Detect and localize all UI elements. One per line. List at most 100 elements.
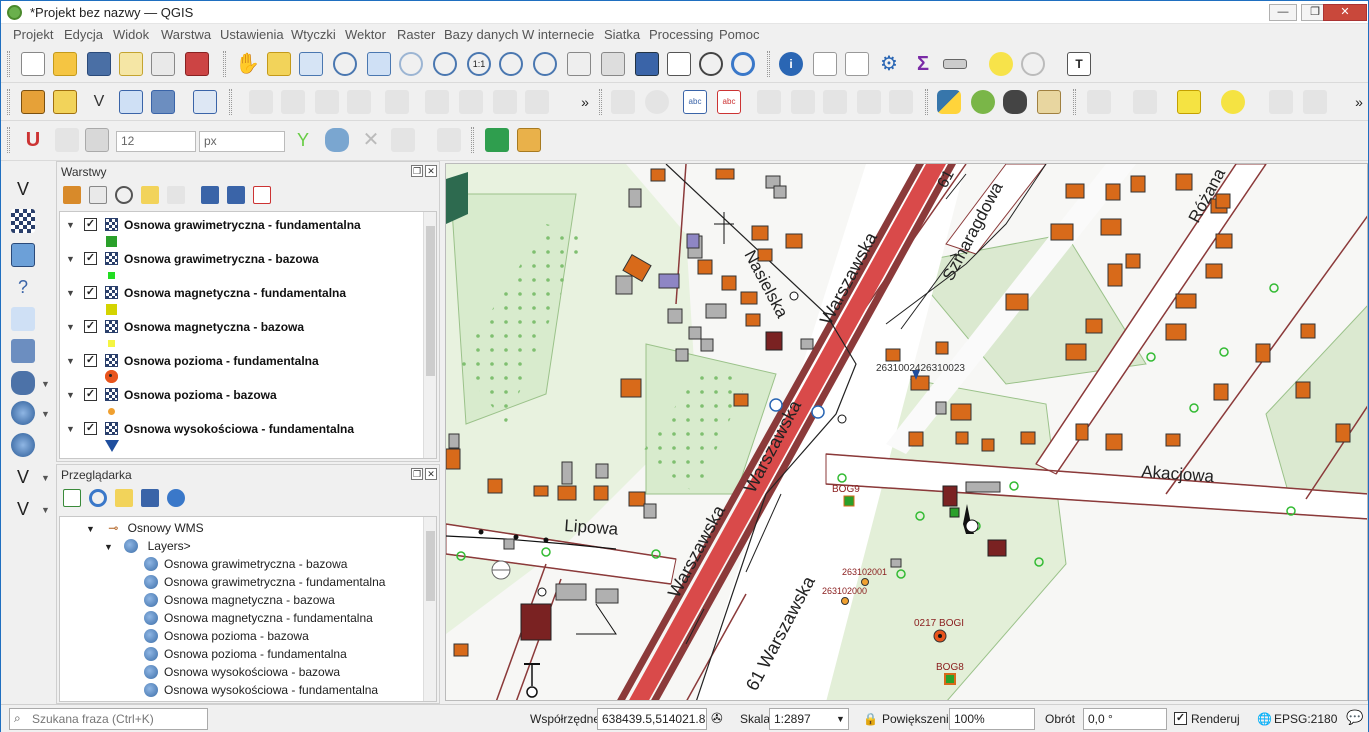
menu-bazy-danych[interactable]: Bazy danych [444, 27, 518, 42]
dropdown-arrow-icon[interactable]: ▼ [41, 473, 50, 483]
add-vector-tile-icon[interactable]: V [11, 497, 35, 521]
expand-arrow-icon[interactable]: ▼ [66, 322, 75, 332]
zoom-to-layer-icon[interactable] [433, 52, 457, 76]
wms-layer-item[interactable]: Osnowa pozioma - fundamentalna [144, 647, 347, 665]
deselect-all-icon[interactable] [1177, 90, 1201, 114]
copy-features-icon[interactable] [525, 90, 549, 114]
wms-layer-item[interactable]: Osnowa wysokościowa - bazowa [144, 665, 340, 683]
filter-legend-icon[interactable] [141, 186, 159, 204]
wms-layer-item[interactable]: Osnowa grawimetryczna - fundamentalna [144, 575, 385, 593]
toolbar-grip[interactable] [7, 127, 10, 153]
snapping-magnet-icon[interactable]: U [21, 128, 45, 152]
pan-icon[interactable]: ✋ [235, 52, 260, 76]
coordinate-toggle-icon[interactable]: ✇ [711, 710, 723, 727]
scrollbar-thumb[interactable] [426, 531, 435, 601]
menu-ustawienia[interactable]: Ustawienia [220, 27, 284, 42]
highlight-pinned-labels-icon[interactable] [757, 90, 781, 114]
rotate-feature-icon[interactable] [1269, 90, 1293, 114]
wms-layer-item[interactable]: Osnowa magnetyczna - bazowa [144, 593, 335, 611]
toolbar-grip[interactable] [767, 51, 770, 77]
new-bookmark-icon[interactable] [635, 52, 659, 76]
browser-refresh-icon[interactable] [89, 489, 107, 507]
temporal-controller-icon[interactable] [699, 52, 723, 76]
toolbar-grip[interactable] [1073, 89, 1076, 115]
open-attribute-table-icon[interactable] [813, 52, 837, 76]
add-selected-layers-icon[interactable] [63, 489, 81, 507]
zoom-out-icon[interactable] [333, 52, 357, 76]
menu-projekt[interactable]: Projekt [13, 27, 53, 42]
layer-name[interactable]: Osnowa pozioma - bazowa [124, 388, 277, 402]
add-raster-layer-icon[interactable] [11, 209, 35, 233]
expand-arrow-icon[interactable]: ▼ [104, 542, 113, 552]
messages-icon[interactable]: 💬 [1346, 709, 1363, 726]
zoom-next-icon[interactable] [533, 52, 557, 76]
georeferencer-icon[interactable] [1037, 90, 1061, 114]
browser-properties-icon[interactable] [167, 489, 185, 507]
new-3d-map-view-icon[interactable] [601, 52, 625, 76]
add-vector-layer-icon[interactable]: V [11, 177, 35, 201]
add-wcs-layer-icon[interactable]: V [11, 465, 35, 489]
zoom-to-selection-icon[interactable] [399, 52, 423, 76]
remove-layer-icon[interactable] [253, 186, 271, 204]
label-tool-icon[interactable] [611, 90, 635, 114]
wms-connection-item[interactable]: ▼ ⊸ Osnowy WMS [86, 521, 204, 539]
delete-selected-icon[interactable] [459, 90, 483, 114]
new-project-icon[interactable] [21, 52, 45, 76]
snapping-settings-icon[interactable] [437, 128, 461, 152]
chevron-down-icon[interactable]: ▼ [836, 714, 845, 724]
wms-layer-item[interactable]: Osnowa pozioma - bazowa [144, 629, 309, 647]
move-label-icon[interactable] [823, 90, 847, 114]
layout-manager-icon[interactable] [151, 52, 175, 76]
layer-name[interactable]: Osnowa magnetyczna - fundamentalna [124, 286, 346, 300]
show-bookmarks-icon[interactable] [667, 52, 691, 76]
processing-toolbox-icon[interactable]: ⚙ [877, 52, 901, 76]
layer-visibility-checkbox[interactable]: ✓ [84, 252, 97, 265]
toolbar-grip[interactable] [223, 51, 226, 77]
overflow-chevron-icon[interactable]: » [573, 90, 597, 114]
zoom-full-icon[interactable] [367, 52, 391, 76]
layer-name[interactable]: Osnowa magnetyczna - bazowa [124, 320, 304, 334]
layer-name[interactable]: Osnowa grawimetryczna - bazowa [124, 252, 319, 266]
menu-warstwa[interactable]: Warstwa [161, 27, 211, 42]
toolbar-grip[interactable] [599, 89, 602, 115]
identify-features-icon[interactable]: i [779, 52, 803, 76]
digitize-with-segment-icon[interactable] [119, 90, 143, 114]
panel-float-icon[interactable]: ❐ [411, 165, 423, 177]
layer-row[interactable]: ▼ ✓ Osnowa wysokościowa - fundamentalna [60, 419, 430, 453]
dropdown-arrow-icon[interactable]: ▼ [41, 379, 50, 389]
layer-visibility-checkbox[interactable]: ✓ [84, 422, 97, 435]
crs-button[interactable]: EPSG:2180 [1274, 712, 1337, 726]
add-wms-layer-icon[interactable] [11, 401, 35, 425]
snapping-type-icon[interactable] [85, 128, 109, 152]
style-manager-icon[interactable] [185, 52, 209, 76]
snapping-units-select[interactable]: px [199, 131, 285, 152]
map-tips-icon[interactable] [989, 52, 1013, 76]
map-canvas[interactable]: 61 Warszawska Warszawska Warszawska Wars… [445, 163, 1368, 701]
topological-editing-icon[interactable]: Y [291, 128, 315, 152]
toolbar-grip[interactable] [925, 89, 928, 115]
coordinates-field[interactable]: 638439.5,514021.8 [597, 708, 707, 730]
layer-visibility-checkbox[interactable]: ✓ [84, 218, 97, 231]
minimize-button[interactable]: — [1269, 4, 1297, 21]
open-field-calculator-icon[interactable] [845, 52, 869, 76]
menu-wtyczki[interactable]: Wtyczki [291, 27, 336, 42]
layer-row[interactable]: ▼ ✓ Osnowa pozioma - fundamentalna [60, 351, 430, 385]
save-edits-icon[interactable] [315, 90, 339, 114]
layer-name[interactable]: Osnowa wysokościowa - fundamentalna [124, 422, 354, 436]
toolbar-grip[interactable] [229, 89, 232, 115]
search-layers-icon[interactable] [485, 128, 509, 152]
vertex-edit-icon[interactable] [385, 90, 409, 114]
self-snapping-icon[interactable] [391, 128, 415, 152]
layer-row[interactable]: ▼ ✓ Osnowa grawimetryczna - bazowa [60, 249, 430, 283]
select-features-icon[interactable] [1087, 90, 1111, 114]
add-virtual-layer-icon[interactable] [11, 339, 35, 363]
layer-visibility-checkbox[interactable]: ✓ [84, 286, 97, 299]
overflow-chevron-icon[interactable]: » [1347, 90, 1369, 114]
wms-layer-item[interactable]: Osnowa grawimetryczna - bazowa [144, 557, 347, 575]
panel-close-icon[interactable]: ✕ [425, 468, 437, 480]
statistical-summary-icon[interactable]: Σ [911, 52, 935, 76]
measure-line-icon[interactable] [943, 59, 967, 69]
new-print-layout-icon[interactable] [119, 52, 143, 76]
menu-widok[interactable]: Widok [113, 27, 149, 42]
new-map-view-icon[interactable] [567, 52, 591, 76]
